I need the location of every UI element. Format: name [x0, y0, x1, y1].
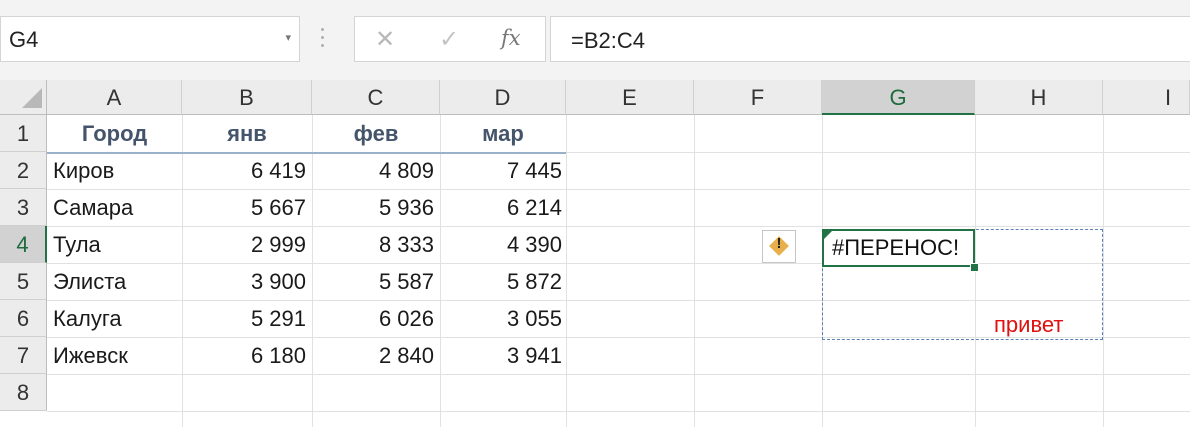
- column-header-g[interactable]: G: [822, 80, 975, 115]
- cell-c2[interactable]: 4 809: [312, 152, 434, 189]
- cell-d5[interactable]: 5 872: [440, 263, 562, 300]
- select-all-button[interactable]: [0, 80, 47, 115]
- column-header-h[interactable]: H: [975, 80, 1103, 115]
- cell-b1[interactable]: янв: [182, 115, 312, 152]
- name-box-value[interactable]: G4: [9, 27, 38, 53]
- cell-a1[interactable]: Город: [47, 115, 182, 152]
- cell-a7[interactable]: Ижевск: [53, 337, 182, 374]
- cell-b6[interactable]: 5 291: [182, 300, 306, 337]
- error-flag-icon: [824, 231, 832, 239]
- cell-c4[interactable]: 8 333: [312, 226, 434, 263]
- row-header-7[interactable]: 7: [0, 337, 47, 374]
- column-header-d[interactable]: D: [440, 80, 566, 115]
- formula-buttons: ✕ ✓ fx: [354, 16, 546, 62]
- gridline: [566, 115, 567, 427]
- row-header-1[interactable]: 1: [0, 115, 47, 152]
- row-header-5[interactable]: 5: [0, 263, 47, 300]
- warning-mark: !: [776, 235, 782, 252]
- cell-b2[interactable]: 6 419: [182, 152, 306, 189]
- gridline: [1103, 115, 1104, 427]
- worksheet-grid[interactable]: A B C D E F G H I 1 2 3 4 5 6 7 8 Город …: [0, 80, 1190, 427]
- fill-handle[interactable]: [970, 263, 979, 272]
- column-header-a[interactable]: A: [47, 80, 182, 115]
- column-header-c[interactable]: C: [312, 80, 440, 115]
- cell-d1[interactable]: мар: [440, 115, 566, 152]
- active-cell-value: #ПЕРЕНОС!: [832, 235, 960, 260]
- enter-icon[interactable]: ✓: [439, 25, 459, 54]
- cell-a4[interactable]: Тула: [53, 226, 182, 263]
- cell-c6[interactable]: 6 026: [312, 300, 434, 337]
- cell-d6[interactable]: 3 055: [440, 300, 562, 337]
- row-header-6[interactable]: 6: [0, 300, 47, 337]
- name-box-dropdown-icon[interactable]: ▾: [285, 31, 291, 44]
- column-header-b[interactable]: B: [182, 80, 312, 115]
- insert-function-icon[interactable]: fx: [501, 26, 521, 50]
- formula-text[interactable]: =B2:C4: [571, 28, 645, 54]
- error-options-button[interactable]: !: [762, 230, 796, 263]
- cell-a6[interactable]: Калуга: [53, 300, 182, 337]
- cell-d2[interactable]: 7 445: [440, 152, 562, 189]
- cell-c3[interactable]: 5 936: [312, 189, 434, 226]
- formula-input[interactable]: =B2:C4: [550, 16, 1190, 62]
- formula-bar-grip-icon[interactable]: [320, 28, 326, 50]
- cell-b3[interactable]: 5 667: [182, 189, 306, 226]
- cell-a2[interactable]: Киров: [53, 152, 182, 189]
- active-cell-g4[interactable]: #ПЕРЕНОС!: [822, 229, 975, 267]
- cancel-icon[interactable]: ✕: [375, 25, 395, 54]
- cell-c1[interactable]: фев: [312, 115, 440, 152]
- cell-b7[interactable]: 6 180: [182, 337, 306, 374]
- cell-d7[interactable]: 3 941: [440, 337, 562, 374]
- column-header-i[interactable]: I: [1103, 80, 1190, 115]
- cell-c5[interactable]: 5 587: [312, 263, 434, 300]
- row-header-4[interactable]: 4: [0, 226, 47, 263]
- cell-a3[interactable]: Самара: [53, 189, 182, 226]
- column-header-f[interactable]: F: [694, 80, 822, 115]
- cell-c7[interactable]: 2 840: [312, 337, 434, 374]
- name-box[interactable]: G4 ▾: [0, 16, 300, 62]
- cell-b5[interactable]: 3 900: [182, 263, 306, 300]
- cell-b4[interactable]: 2 999: [182, 226, 306, 263]
- column-header-e[interactable]: E: [566, 80, 694, 115]
- cell-d3[interactable]: 6 214: [440, 189, 562, 226]
- formula-bar: G4 ▾ ✕ ✓ fx =B2:C4: [0, 0, 1190, 80]
- row-header-2[interactable]: 2: [0, 152, 47, 189]
- cell-d4[interactable]: 4 390: [440, 226, 562, 263]
- row-header-8[interactable]: 8: [0, 374, 47, 411]
- gridline: [47, 374, 1190, 375]
- cell-a5[interactable]: Элиста: [53, 263, 182, 300]
- gridline: [47, 411, 1190, 412]
- row-header-3[interactable]: 3: [0, 189, 47, 226]
- gridline: [694, 115, 695, 427]
- cell-h6[interactable]: привет: [994, 306, 1063, 343]
